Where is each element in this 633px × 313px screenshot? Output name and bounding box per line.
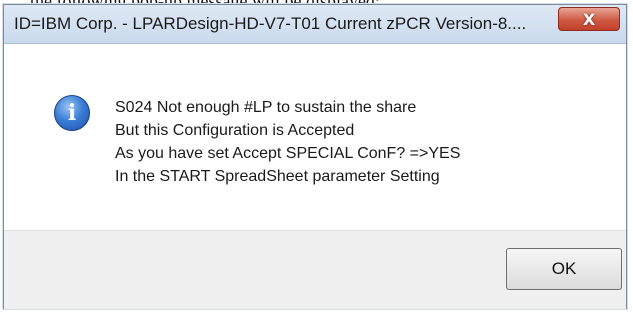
message-line: As you have set Accept SPECIAL ConF? =>Y… bbox=[115, 145, 461, 162]
close-icon: X bbox=[582, 9, 596, 29]
information-icon-glyph: i bbox=[67, 100, 77, 126]
dialog-message: S024 Not enough #LP to sustain the share… bbox=[115, 96, 460, 188]
ok-button[interactable]: OK bbox=[506, 248, 622, 290]
dialog-titlebar[interactable]: ID=IBM Corp. - LPARDesign-HD-V7-T01 Curr… bbox=[4, 5, 626, 44]
message-dialog: ID=IBM Corp. - LPARDesign-HD-V7-T01 Curr… bbox=[3, 4, 627, 309]
message-line: But this Configuration is Accepted bbox=[115, 122, 355, 139]
message-line: S024 Not enough #LP to sustain the share bbox=[115, 99, 417, 116]
dialog-footer: OK bbox=[4, 230, 626, 309]
dialog-content: i S024 Not enough #LP to sustain the sha… bbox=[4, 44, 626, 230]
close-button[interactable]: X bbox=[558, 7, 620, 31]
information-icon: i bbox=[54, 95, 90, 131]
message-line: In the START SpreadSheet parameter Setti… bbox=[115, 168, 440, 185]
dialog-title: ID=IBM Corp. - LPARDesign-HD-V7-T01 Curr… bbox=[14, 14, 527, 33]
